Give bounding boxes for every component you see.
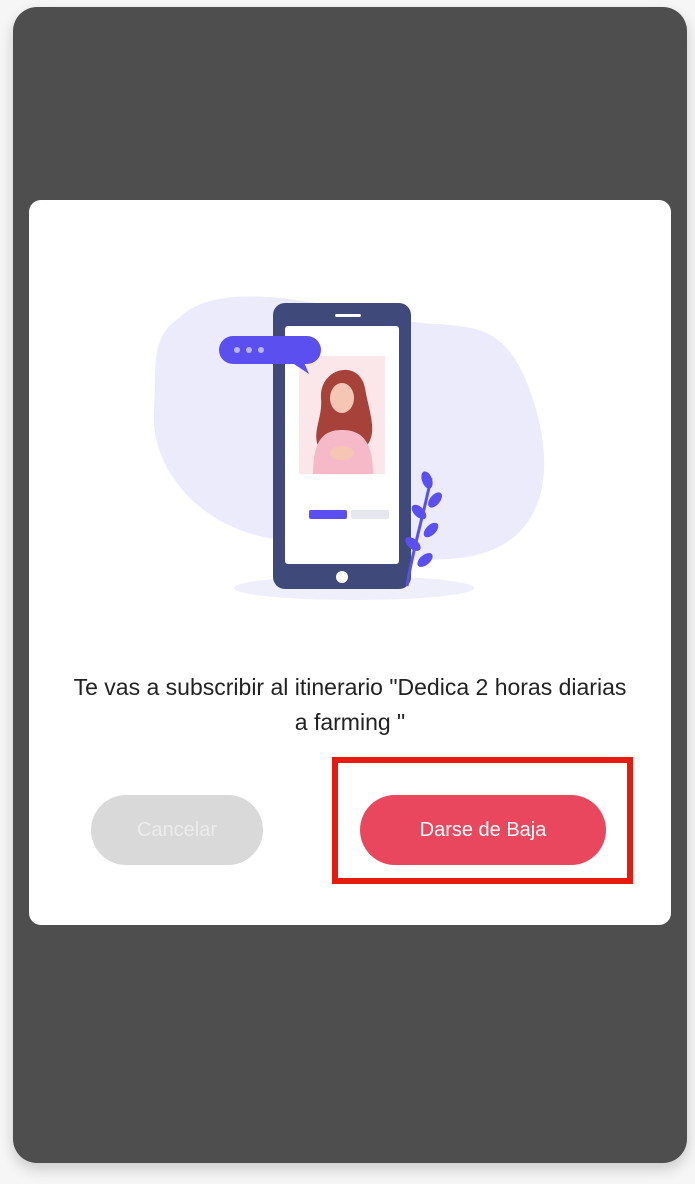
phone-home-button bbox=[336, 571, 348, 583]
chat-dot bbox=[258, 347, 264, 353]
woman-face bbox=[330, 383, 354, 413]
screen-overlay: Te vas a subscribir al itinerario "Dedic… bbox=[13, 7, 687, 1163]
subscription-dialog: Te vas a subscribir al itinerario "Dedic… bbox=[29, 200, 671, 925]
cancel-button[interactable]: Cancelar bbox=[91, 795, 263, 865]
chat-dot bbox=[246, 347, 252, 353]
phone-illustration bbox=[153, 296, 545, 600]
woman-hands bbox=[330, 446, 354, 460]
unsubscribe-button[interactable]: Darse de Baja bbox=[360, 795, 606, 865]
phone-speaker bbox=[335, 314, 361, 317]
bar-primary bbox=[309, 510, 347, 519]
dialog-message: Te vas a subscribir al itinerario "Dedic… bbox=[73, 674, 627, 735]
bar-secondary bbox=[351, 510, 389, 519]
chat-dot bbox=[234, 347, 240, 353]
